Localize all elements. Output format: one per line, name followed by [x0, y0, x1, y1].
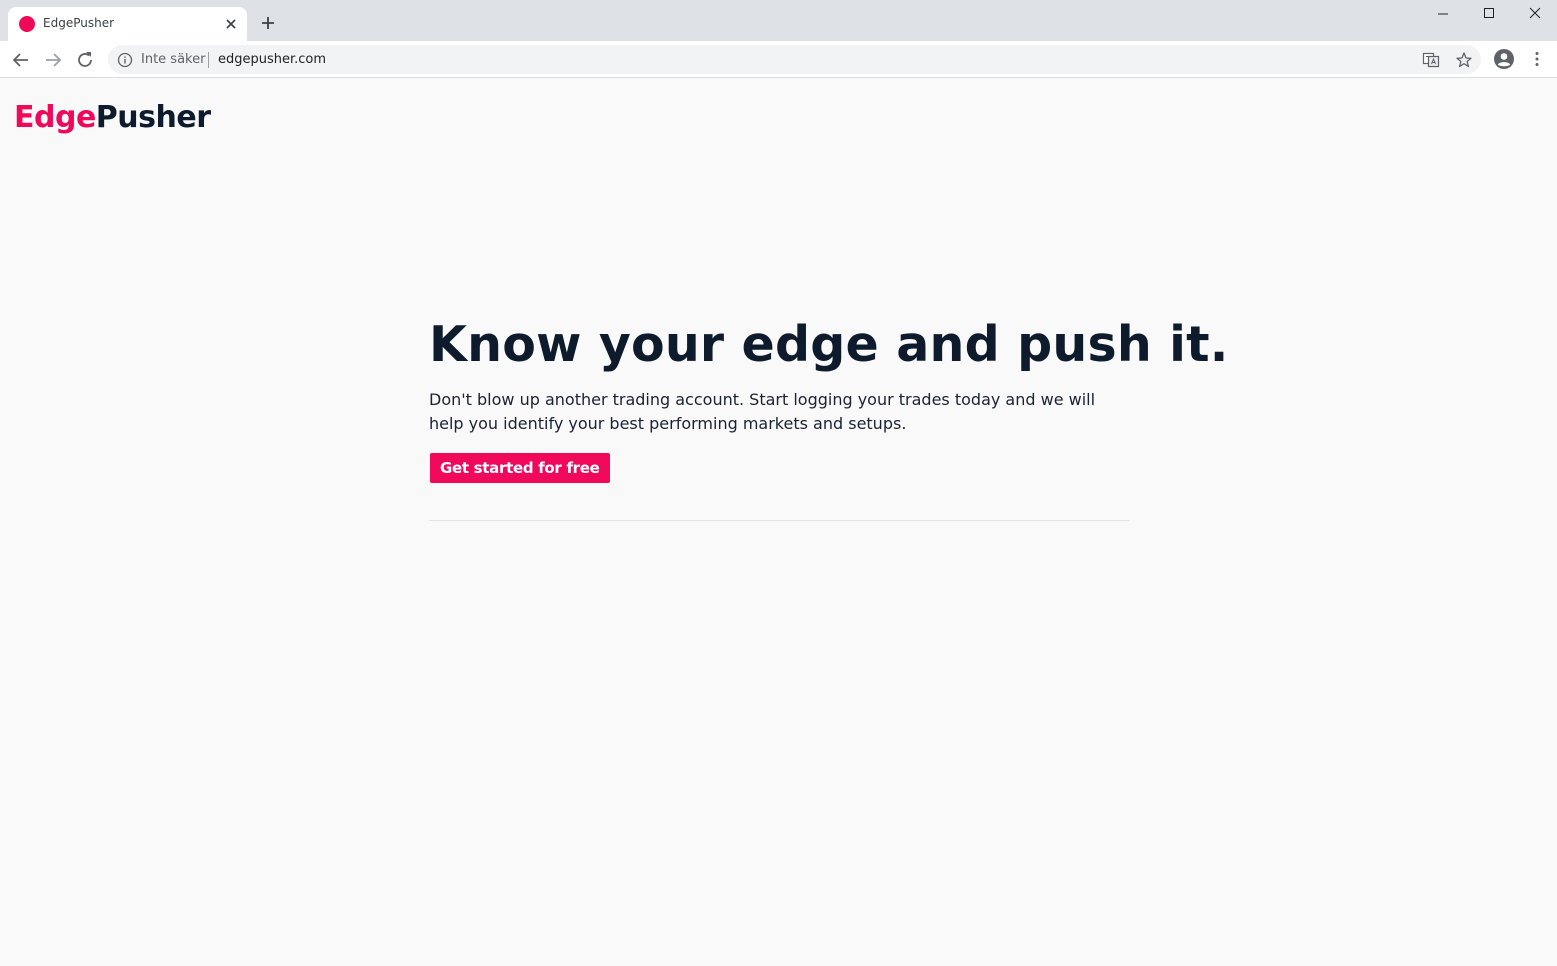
translate-icon[interactable]	[1422, 51, 1440, 69]
section-divider	[429, 520, 1129, 521]
maximize-icon[interactable]	[1479, 4, 1499, 24]
forward-icon[interactable]	[42, 49, 64, 71]
logo-part-edge: Edge	[14, 100, 96, 135]
get-started-button[interactable]: Get started for free	[430, 453, 610, 483]
star-icon[interactable]	[1455, 51, 1473, 69]
browser-tab[interactable]: EdgePusher	[8, 7, 247, 41]
new-tab-plus-icon[interactable]	[258, 13, 278, 33]
info-icon[interactable]	[117, 52, 133, 68]
tab-strip: EdgePusher	[0, 0, 1557, 41]
security-label[interactable]: Inte säker	[141, 52, 205, 67]
favicon-icon	[19, 16, 35, 32]
window-close-icon[interactable]	[1525, 4, 1545, 24]
menu-icon[interactable]	[1527, 49, 1547, 69]
reload-icon[interactable]	[74, 49, 96, 71]
hero-section: Know your edge and push it. Don't blow u…	[429, 316, 1229, 483]
url-text[interactable]: edgepusher.com	[218, 52, 326, 67]
site-logo[interactable]: EdgePusher	[14, 100, 211, 135]
back-icon[interactable]	[10, 49, 32, 71]
account-icon[interactable]	[1493, 48, 1515, 70]
browser-toolbar: Inte säker edgepusher.com	[0, 41, 1557, 78]
hero-headline: Know your edge and push it.	[429, 316, 1229, 373]
omnibox-divider	[208, 52, 209, 68]
hero-description: Don't blow up another trading account. S…	[429, 390, 1096, 433]
minimize-icon[interactable]	[1433, 4, 1453, 24]
logo-part-pusher: Pusher	[95, 100, 211, 135]
close-icon[interactable]	[222, 15, 240, 33]
tab-title: EdgePusher	[43, 16, 115, 30]
address-bar[interactable]: Inte säker edgepusher.com	[108, 45, 1481, 74]
